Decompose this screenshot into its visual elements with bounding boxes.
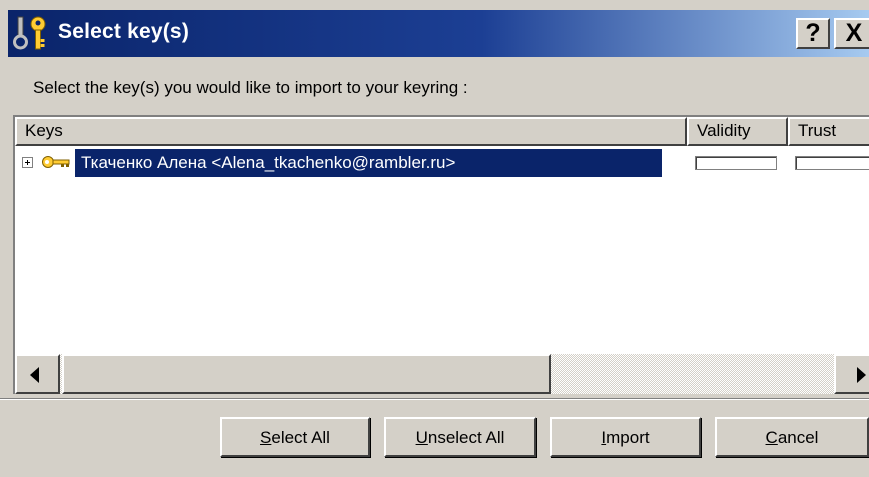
instruction-label: Select the key(s) you would like to impo… bbox=[33, 78, 468, 97]
column-header-validity[interactable]: Validity bbox=[687, 117, 788, 146]
scroll-right-button[interactable] bbox=[834, 354, 869, 394]
horizontal-scrollbar[interactable] bbox=[15, 354, 869, 394]
column-header-keys[interactable]: Keys bbox=[15, 117, 687, 146]
window-title: Select key(s) bbox=[58, 20, 190, 43]
plus-box-icon[interactable] bbox=[22, 157, 33, 168]
key-label[interactable]: Ткаченко Алена <Alena_tkachenko@rambler.… bbox=[75, 149, 662, 177]
arrow-right-icon bbox=[857, 367, 866, 383]
select-all-button[interactable]: Select All bbox=[220, 417, 370, 457]
select-keys-dialog: Select key(s) ? X Select the key(s) you … bbox=[0, 0, 869, 477]
separator bbox=[0, 398, 869, 400]
validity-bar bbox=[695, 156, 777, 170]
help-button[interactable]: ? bbox=[796, 18, 830, 49]
trust-bar bbox=[795, 156, 869, 170]
scroll-left-button[interactable] bbox=[15, 354, 60, 394]
cancel-button[interactable]: Cancel bbox=[715, 417, 869, 457]
list-item[interactable]: Ткаченко Алена <Alena_tkachenko@rambler.… bbox=[15, 148, 869, 178]
column-header-trust[interactable]: Trust bbox=[788, 117, 869, 146]
key-icon bbox=[42, 156, 70, 168]
keys-list[interactable]: Keys Validity Trust Ткаченко Алена <Alen… bbox=[13, 115, 869, 394]
scroll-thumb[interactable] bbox=[62, 354, 551, 394]
unselect-all-button[interactable]: Unselect All bbox=[384, 417, 536, 457]
arrow-left-icon bbox=[30, 367, 39, 383]
title-bar[interactable]: Select key(s) ? X bbox=[8, 10, 869, 57]
close-button[interactable]: X bbox=[834, 18, 869, 49]
keys-icon bbox=[13, 16, 46, 50]
import-button[interactable]: Import bbox=[550, 417, 701, 457]
